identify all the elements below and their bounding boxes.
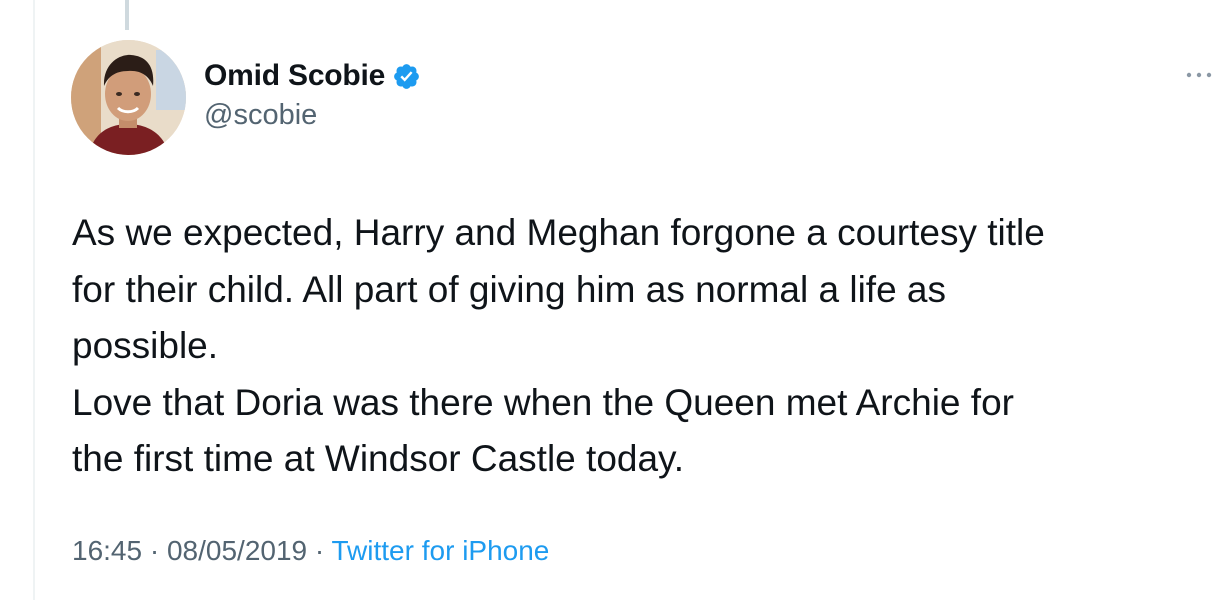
tweet-source-link[interactable]: Twitter for iPhone xyxy=(332,535,550,566)
timeline-border xyxy=(33,0,35,600)
tweet-date[interactable]: 08/05/2019 xyxy=(167,535,307,566)
tweet-text-line: for their child. All part of giving him … xyxy=(72,268,946,310)
more-options-icon[interactable] xyxy=(1184,63,1214,83)
author-handle[interactable]: @scobie xyxy=(204,99,317,132)
tweet-text: As we expected, Harry and Meghan forgone… xyxy=(72,205,1207,488)
profile-photo-icon xyxy=(71,40,186,155)
author-display-name[interactable]: Omid Scobie xyxy=(204,59,385,93)
tweet-metadata: 16:45 · 08/05/2019 · Twitter for iPhone xyxy=(72,535,549,567)
avatar[interactable] xyxy=(71,40,186,155)
tweet-time[interactable]: 16:45 xyxy=(72,535,142,566)
tweet-text-line: As we expected, Harry and Meghan forgone… xyxy=(72,212,1045,253)
separator-dot: · xyxy=(149,535,160,566)
author-name-row[interactable]: Omid Scobie xyxy=(204,58,421,94)
thread-connector-line xyxy=(125,0,129,30)
tweet-text-line: possible. xyxy=(72,325,219,366)
separator-dot: · xyxy=(314,535,325,566)
tweet-text-line: Love that Doria was there when the Queen… xyxy=(72,381,1014,423)
verified-badge-icon xyxy=(394,63,420,89)
tweet-text-line: the first time at Windsor Castle today. xyxy=(72,438,685,479)
